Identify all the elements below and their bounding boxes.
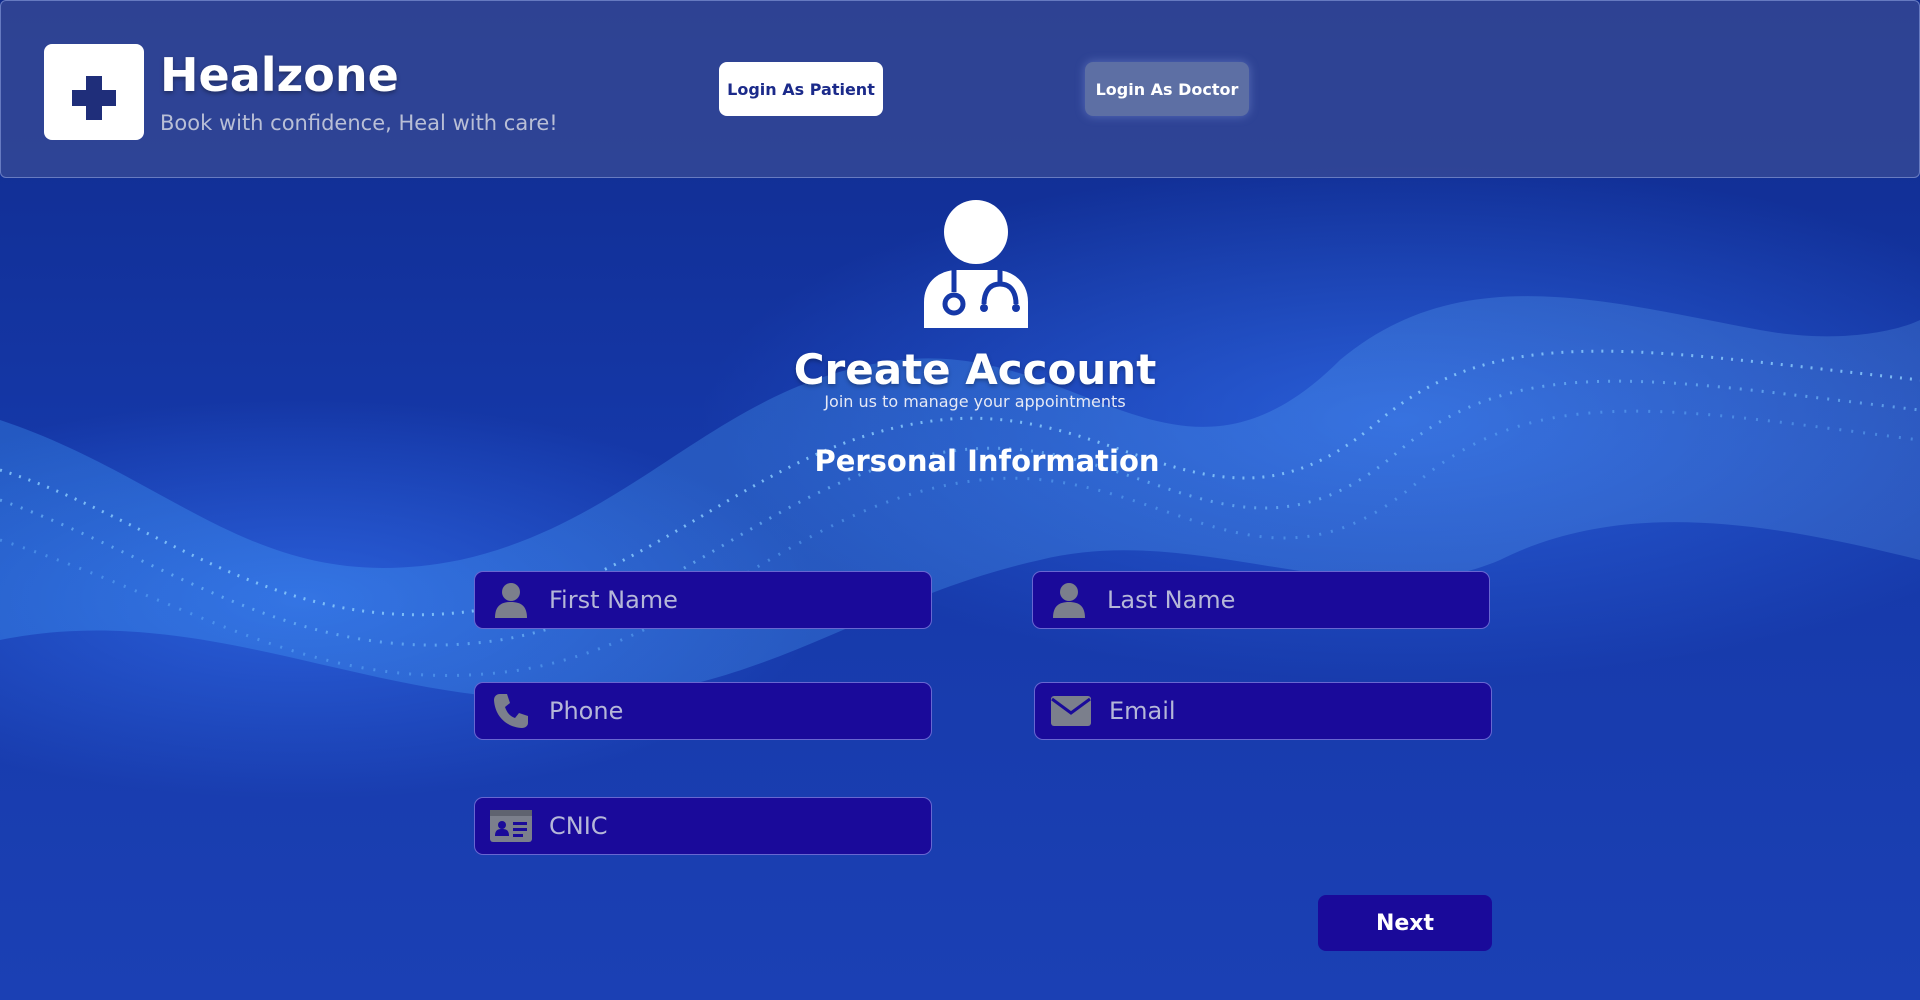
id-card-icon [487,806,535,846]
login-as-patient-button[interactable]: Login As Patient [719,62,883,116]
section-title: Personal Information [814,444,1160,478]
last-name-field[interactable] [1032,571,1490,629]
brand-name: Healzone [160,48,399,102]
envelope-icon [1047,691,1095,731]
user-icon [1045,580,1093,620]
email-field[interactable] [1034,682,1492,740]
doctor-icon [924,200,1028,328]
brand-tagline: Book with confidence, Heal with care! [160,111,558,135]
medical-kit-icon [44,44,144,140]
phone-input[interactable] [535,683,931,739]
medical-cross-icon [72,76,116,120]
login-as-doctor-button[interactable]: Login As Doctor [1085,62,1249,116]
page-subtitle: Join us to manage your appointments [824,392,1126,411]
last-name-input[interactable] [1093,572,1489,628]
page-title: Create Account [793,345,1157,394]
cnic-input[interactable] [535,798,931,854]
phone-icon [487,691,535,731]
user-icon [487,580,535,620]
first-name-input[interactable] [535,572,931,628]
first-name-field[interactable] [474,571,932,629]
phone-field[interactable] [474,682,932,740]
email-input[interactable] [1095,683,1491,739]
cnic-field[interactable] [474,797,932,855]
next-button[interactable]: Next [1318,895,1492,951]
